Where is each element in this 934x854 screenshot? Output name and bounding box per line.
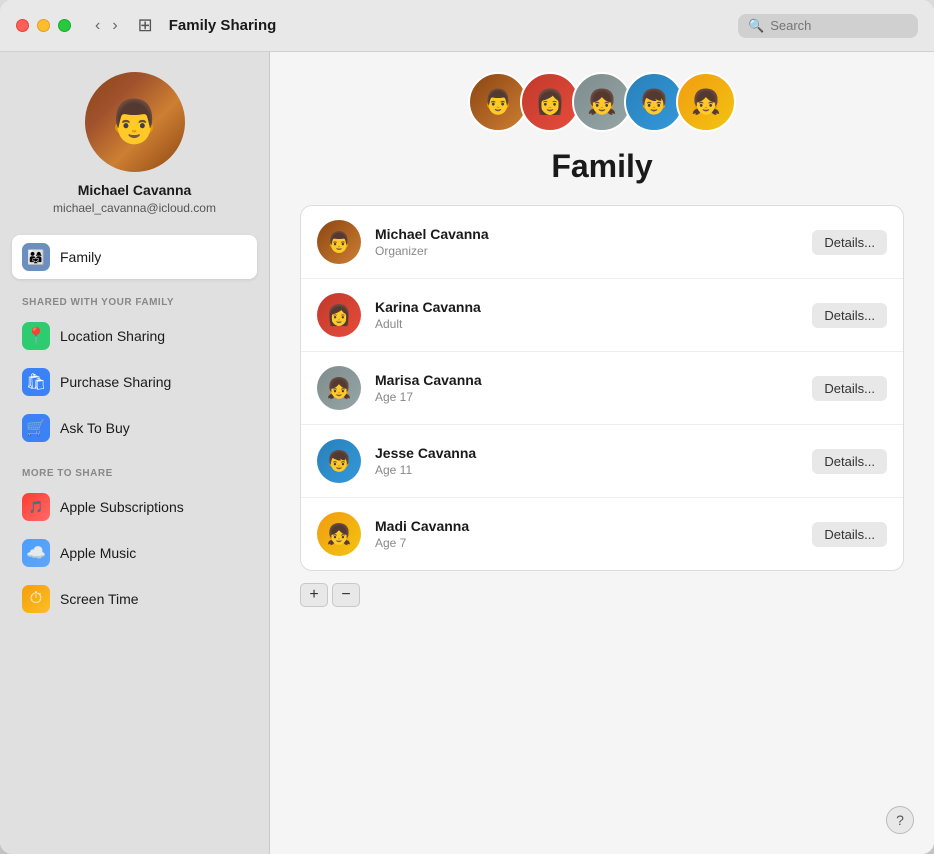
member-name-2: Marisa Cavanna (375, 372, 812, 388)
purchase-icon: 🛍 (22, 368, 50, 396)
location-icon: 📍 (22, 322, 50, 350)
member-info-1: Karina Cavanna Adult (375, 299, 812, 331)
search-input[interactable] (770, 18, 900, 33)
details-button-2[interactable]: Details... (812, 376, 887, 401)
sidebar-label-purchase: Purchase Sharing (60, 374, 171, 390)
subscriptions-icon: 🎵 (22, 493, 50, 521)
family-avatars-row: 👨 👩 👧 👦 👧 (468, 72, 736, 132)
family-avatar-1: 👩 (520, 72, 580, 132)
member-role-2: Age 17 (375, 390, 812, 404)
bottom-buttons: + − (300, 583, 904, 607)
family-avatar-2: 👧 (572, 72, 632, 132)
window-title: Family Sharing (169, 17, 726, 34)
grid-button[interactable]: ⊞ (134, 13, 157, 38)
details-button-0[interactable]: Details... (812, 230, 887, 255)
minimize-button[interactable] (37, 19, 50, 32)
member-info-2: Marisa Cavanna Age 17 (375, 372, 812, 404)
content-area: 👨 Michael Cavanna michael_cavanna@icloud… (0, 52, 934, 854)
traffic-lights (16, 19, 71, 32)
member-avatar-3: 👦 (317, 439, 361, 483)
section-header-shared: SHARED WITH YOUR FAMILY (22, 297, 247, 308)
member-name-1: Karina Cavanna (375, 299, 812, 315)
main-content: 👨 👩 👧 👦 👧 Family 👨 Michael Cavanna (270, 52, 934, 854)
asktobuy-icon: 🛒 (22, 414, 50, 442)
sidebar-item-asktobuy[interactable]: 🛒 Ask To Buy (12, 406, 257, 450)
member-avatar-2: 👧 (317, 366, 361, 410)
member-info-4: Madi Cavanna Age 7 (375, 518, 812, 550)
search-icon: 🔍 (748, 18, 764, 34)
app-window: ‹ › ⊞ Family Sharing 🔍 👨 Michael Cavanna… (0, 0, 934, 854)
user-profile: 👨 Michael Cavanna michael_cavanna@icloud… (12, 72, 257, 215)
close-button[interactable] (16, 19, 29, 32)
member-role-0: Organizer (375, 244, 812, 258)
details-button-3[interactable]: Details... (812, 449, 887, 474)
titlebar: ‹ › ⊞ Family Sharing 🔍 (0, 0, 934, 52)
remove-member-button[interactable]: − (332, 583, 360, 607)
sidebar-label-subscriptions: Apple Subscriptions (60, 499, 184, 515)
sidebar-item-subscriptions[interactable]: 🎵 Apple Subscriptions (12, 485, 257, 529)
sidebar-item-screentime[interactable]: ⏱ Screen Time (12, 577, 257, 621)
members-list: 👨 Michael Cavanna Organizer Details... 👩… (300, 205, 904, 571)
member-role-4: Age 7 (375, 536, 812, 550)
back-button[interactable]: ‹ (91, 15, 104, 37)
user-name: Michael Cavanna (78, 182, 192, 198)
help-button[interactable]: ? (886, 806, 914, 834)
family-avatar-4: 👧 (676, 72, 736, 132)
maximize-button[interactable] (58, 19, 71, 32)
table-row: 👩 Karina Cavanna Adult Details... (301, 279, 903, 352)
sidebar-item-family[interactable]: 👨‍👩‍👧 Family (12, 235, 257, 279)
member-avatar-0: 👨 (317, 220, 361, 264)
sidebar-item-location[interactable]: 📍 Location Sharing (12, 314, 257, 358)
table-row: 👨 Michael Cavanna Organizer Details... (301, 206, 903, 279)
details-button-4[interactable]: Details... (812, 522, 887, 547)
sidebar-label-music: Apple Music (60, 545, 136, 561)
table-row: 👧 Marisa Cavanna Age 17 Details... (301, 352, 903, 425)
family-title: Family (551, 148, 652, 185)
member-role-3: Age 11 (375, 463, 812, 477)
member-name-0: Michael Cavanna (375, 226, 812, 242)
family-icon: 👨‍👩‍👧 (22, 243, 50, 271)
nav-buttons: ‹ › (91, 15, 122, 37)
member-name-4: Madi Cavanna (375, 518, 812, 534)
family-avatar-3: 👦 (624, 72, 684, 132)
member-name-3: Jesse Cavanna (375, 445, 812, 461)
table-row: 👦 Jesse Cavanna Age 11 Details... (301, 425, 903, 498)
details-button-1[interactable]: Details... (812, 303, 887, 328)
section-header-more: MORE TO SHARE (22, 468, 247, 479)
main-wrapper: 👨 👩 👧 👦 👧 Family 👨 Michael Cavanna (270, 52, 934, 854)
add-member-button[interactable]: + (300, 583, 328, 607)
member-info-3: Jesse Cavanna Age 11 (375, 445, 812, 477)
member-avatar-4: 👧 (317, 512, 361, 556)
sidebar-label-screentime: Screen Time (60, 591, 139, 607)
table-row: 👧 Madi Cavanna Age 7 Details... (301, 498, 903, 570)
forward-button[interactable]: › (108, 15, 121, 37)
avatar: 👨 (85, 72, 185, 172)
member-info-0: Michael Cavanna Organizer (375, 226, 812, 258)
user-email: michael_cavanna@icloud.com (53, 201, 216, 215)
sidebar-item-music[interactable]: ☁️ Apple Music (12, 531, 257, 575)
sidebar: 👨 Michael Cavanna michael_cavanna@icloud… (0, 52, 270, 854)
member-avatar-1: 👩 (317, 293, 361, 337)
family-avatar-0: 👨 (468, 72, 528, 132)
member-role-1: Adult (375, 317, 812, 331)
music-icon: ☁️ (22, 539, 50, 567)
sidebar-label-location: Location Sharing (60, 328, 165, 344)
screentime-icon: ⏱ (22, 585, 50, 613)
search-bar[interactable]: 🔍 (738, 14, 918, 38)
sidebar-label-asktobuy: Ask To Buy (60, 420, 130, 436)
sidebar-item-purchase[interactable]: 🛍 Purchase Sharing (12, 360, 257, 404)
sidebar-label-family: Family (60, 249, 101, 265)
